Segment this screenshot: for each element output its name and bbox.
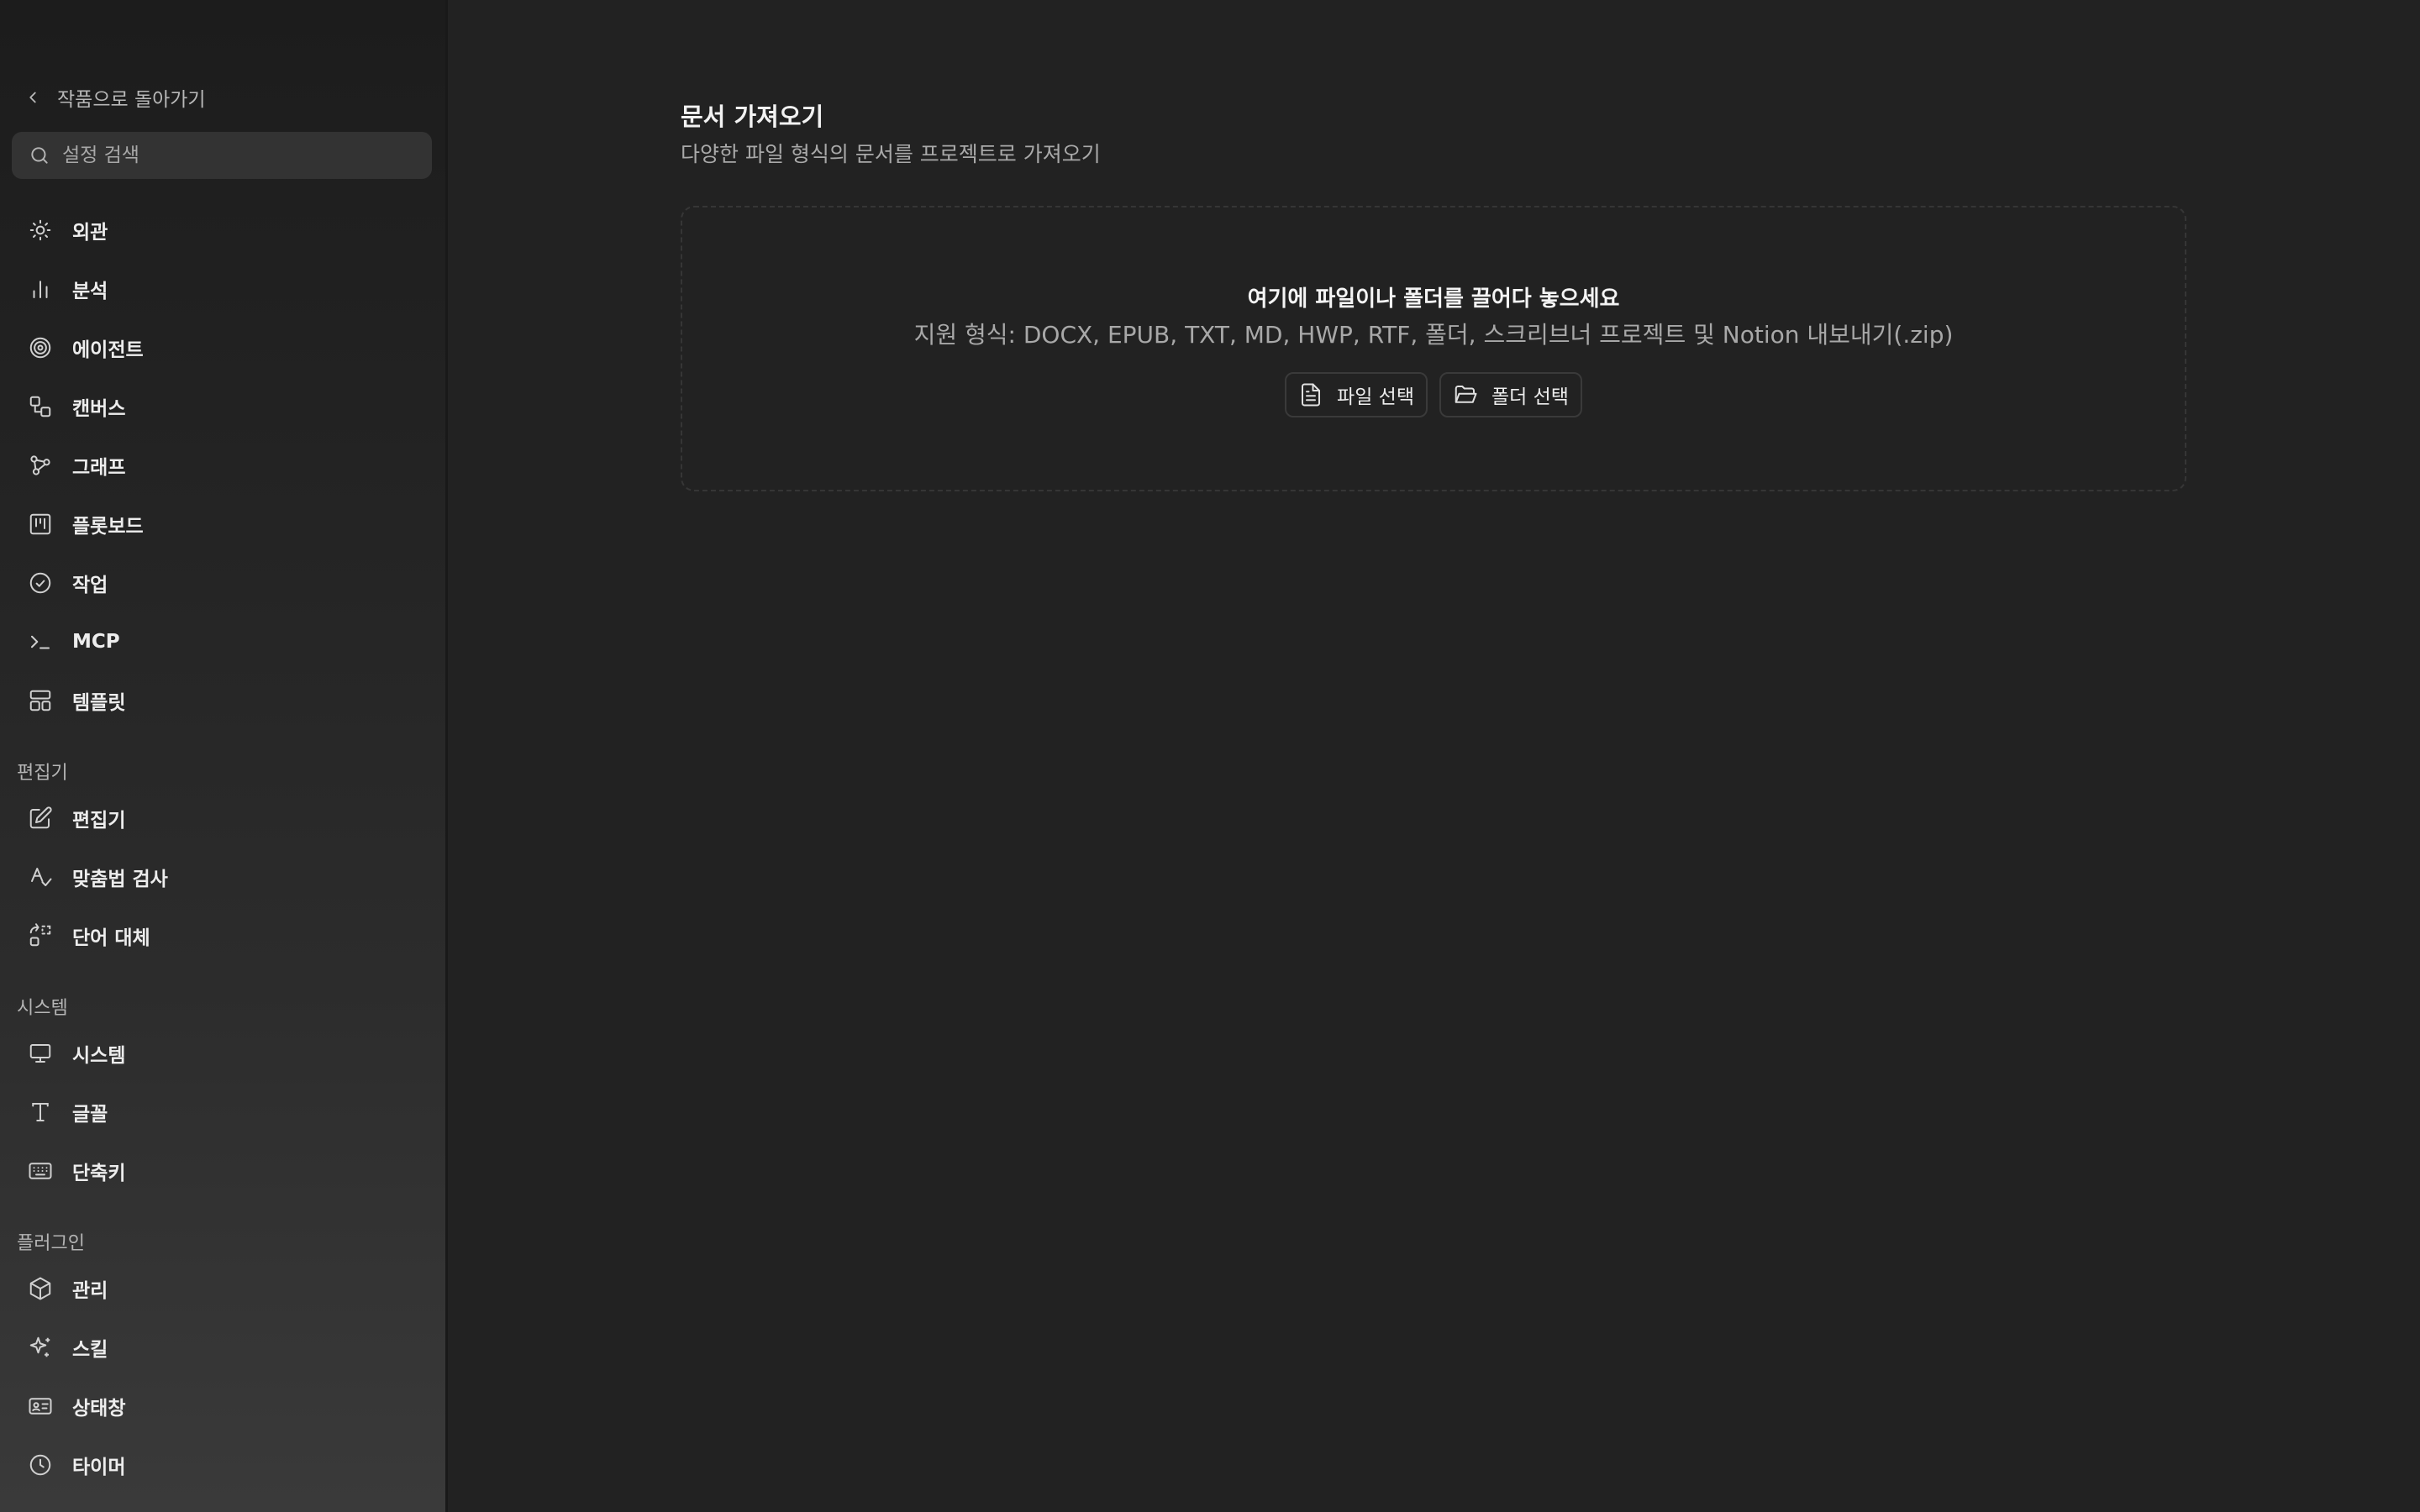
replace-icon [27,922,54,949]
chevron-left-icon [29,92,36,103]
sidebar-item-label: 분석 [72,281,108,302]
sidebar-item-label: 글꼴 [72,1104,108,1126]
clock-icon [27,1452,54,1478]
section-label-system: 시스템 [17,998,68,1019]
keyboard-icon [27,1158,54,1184]
file-text-icon [1302,383,1321,407]
sidebar-item-label: 단어 대체 [72,927,150,949]
settings-window: 작품으로 돌아가기 외관 분석 에이전트 [0,0,2420,1512]
sidebar-item-word-replace[interactable]: 단어 대체 [12,912,432,959]
sidebar-item-label: 작업 [72,575,108,596]
page-subtitle: 다양한 파일 형식의 문서를 프로젝트로 가져오기 [681,142,1101,166]
select-folder-label: 폴더 선택 [1491,386,1569,408]
check-circle-icon [27,570,54,596]
search-input[interactable] [60,144,417,167]
kanban-icon [27,511,54,538]
monitor-icon [27,1040,54,1067]
sidebar-item-label: 외관 [72,222,108,244]
sidebar-item-shortcuts[interactable]: 단축키 [12,1147,432,1194]
sidebar-item-agent[interactable]: 에이전트 [12,324,432,371]
back-label: 작품으로 돌아가기 [57,89,206,111]
sidebar-item-label: 단축키 [72,1163,126,1184]
sidebar-item-label: 그래프 [72,457,126,479]
sidebar-item-timer[interactable]: 타이머 [12,1441,432,1488]
sidebar-item-label: 스킬 [72,1339,108,1361]
package-icon [27,1275,54,1302]
sidebar-divider [445,0,448,1512]
graph-nodes-icon [27,452,54,479]
sidebar-item-label: 맞춤법 검사 [72,869,168,890]
sidebar-item-mcp[interactable]: MCP [12,618,432,665]
sidebar-item-label: 시스템 [72,1045,126,1067]
sidebar-item-canvas[interactable]: 캔버스 [12,383,432,430]
spell-check-icon [27,864,54,890]
select-folder-button[interactable]: 폴더 선택 [1439,372,1582,417]
sidebar-item-label: 편집기 [72,810,126,832]
sidebar-item-manage[interactable]: 관리 [12,1265,432,1312]
dropzone-actions: 파일 선택 폴더 선택 [682,372,2185,417]
settings-search[interactable] [12,132,432,179]
sidebar-item-label: 템플릿 [72,692,126,714]
sparkles-icon [27,1334,54,1361]
sidebar-item-templates[interactable]: 템플릿 [12,677,432,724]
search-icon [31,147,48,164]
sidebar-item-label: 타이머 [72,1457,126,1478]
section-label-plugins: 플러그인 [17,1233,85,1254]
sidebar-item-label: 캔버스 [72,398,126,420]
sidebar-item-fonts[interactable]: 글꼴 [12,1089,432,1136]
sun-icon [27,217,54,244]
folder-open-icon [1455,386,1477,403]
sidebar-item-label: MCP [72,631,120,653]
sidebar-item-spellcheck[interactable]: 맞춤법 검사 [12,853,432,900]
sidebar-item-appearance[interactable]: 외관 [12,207,432,254]
back-to-works-link[interactable]: 작품으로 돌아가기 [24,81,206,114]
page-title: 문서 가져오기 [681,102,824,131]
edit-icon [27,805,54,832]
shapes-icon [27,393,54,420]
supported-formats: 지원 형식: DOCX, EPUB, TXT, MD, HWP, RTF, 폴더… [913,321,1954,349]
sidebar-item-label: 상태창 [72,1398,126,1420]
layout-template-icon [27,687,54,714]
file-dropzone[interactable]: 여기에 파일이나 폴더를 끌어다 놓으세요 지원 형식: DOCX, EPUB,… [681,206,2186,491]
select-file-button[interactable]: 파일 선택 [1285,372,1428,417]
dropzone-title: 여기에 파일이나 폴더를 끌어다 놓으세요 [1247,286,1620,312]
settings-sidebar: 작품으로 돌아가기 외관 분석 에이전트 [0,0,445,1512]
id-card-icon [27,1393,54,1420]
type-icon [27,1099,54,1126]
bar-chart-icon [27,276,54,302]
sidebar-item-editor[interactable]: 편집기 [12,795,432,842]
spiral-icon [27,334,54,361]
sidebar-item-label: 에이전트 [72,339,144,361]
terminal-icon [27,628,54,655]
sidebar-item-system[interactable]: 시스템 [12,1030,432,1077]
sidebar-item-graph[interactable]: 그래프 [12,442,432,489]
sidebar-item-analytics[interactable]: 분석 [12,265,432,312]
sidebar-item-statusbar[interactable]: 상태창 [12,1383,432,1430]
sidebar-item-label: 관리 [72,1280,108,1302]
section-label-editor: 편집기 [17,763,68,784]
sidebar-item-plotboard[interactable]: 플롯보드 [12,501,432,548]
select-file-label: 파일 선택 [1337,386,1414,408]
sidebar-item-tasks[interactable]: 작업 [12,559,432,606]
sidebar-item-skills[interactable]: 스킬 [12,1324,432,1371]
sidebar-item-label: 플롯보드 [72,516,144,538]
